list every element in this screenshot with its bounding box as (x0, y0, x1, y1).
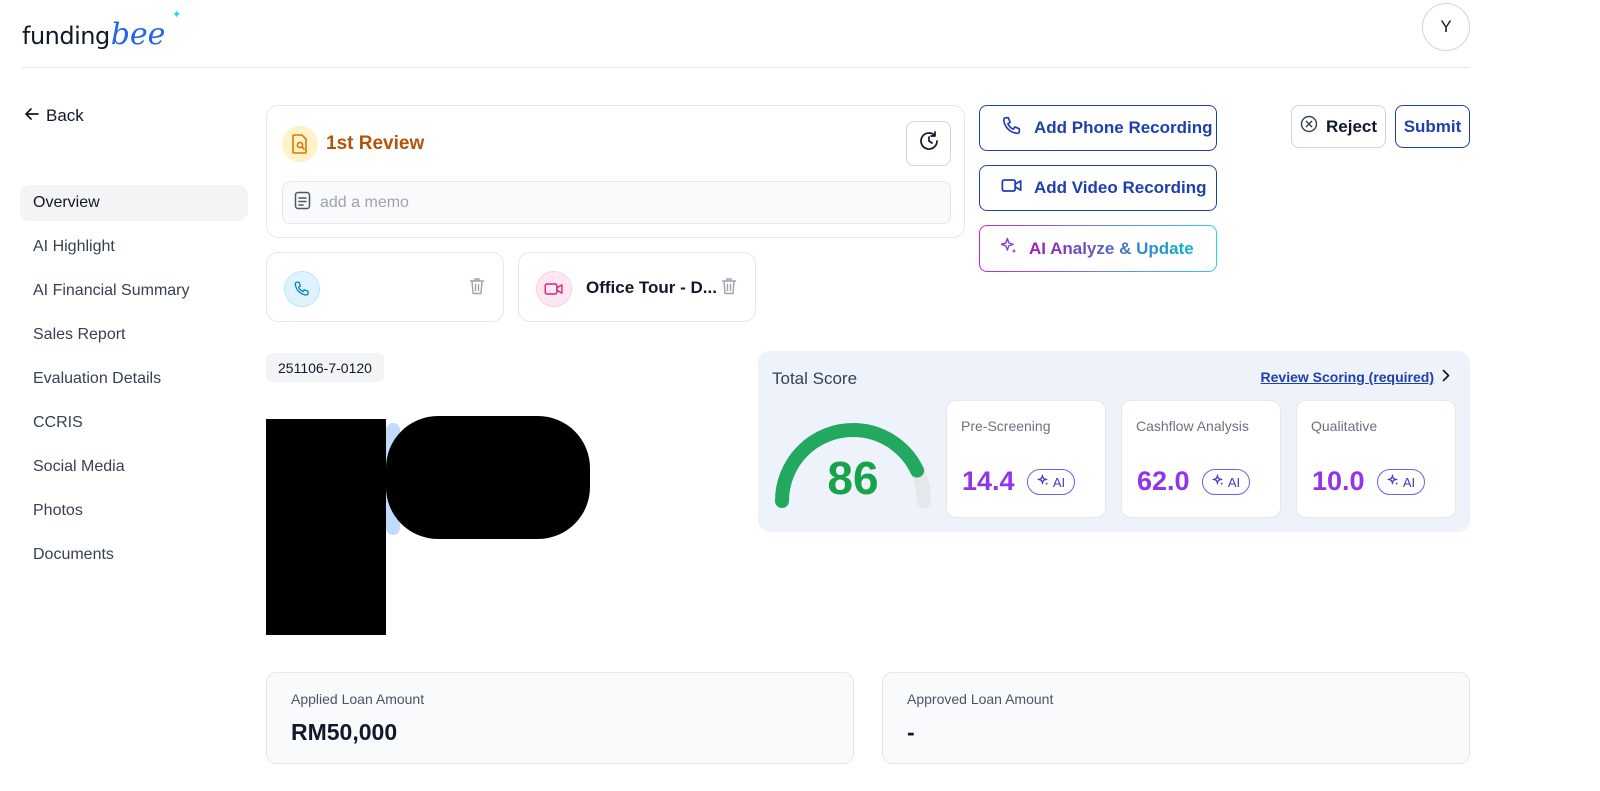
video-icon (536, 271, 572, 307)
memo-field[interactable] (282, 181, 951, 224)
sparkles-icon (1211, 473, 1225, 490)
sidebar-nav: Overview AI Highlight AI Financial Summa… (20, 185, 248, 581)
score-label: Pre-Screening (961, 418, 1051, 434)
ai-analyze-label: AI Analyze & Update (1029, 238, 1194, 258)
add-video-recording-button[interactable]: Add Video Recording (979, 165, 1217, 211)
score-value: 14.4 (962, 466, 1015, 496)
sidebar-item-documents[interactable]: Documents (20, 537, 248, 573)
review-document-icon (282, 126, 318, 162)
sidebar-item-ai-financial-summary[interactable]: AI Financial Summary (20, 273, 248, 309)
logo-script: bee (110, 17, 166, 52)
sparkles-icon (999, 236, 1019, 261)
reject-button[interactable]: Reject (1291, 105, 1386, 148)
history-button[interactable] (906, 121, 951, 166)
logo-word: funding (22, 22, 110, 50)
submit-button[interactable]: Submit (1395, 105, 1470, 148)
sidebar-item-sales-report[interactable]: Sales Report (20, 317, 248, 353)
score-value: 62.0 (1137, 466, 1190, 496)
history-clock-icon (918, 130, 940, 157)
sidebar-item-overview[interactable]: Overview (20, 185, 248, 221)
approved-loan-value: - (907, 719, 915, 745)
add-video-recording-label: Add Video Recording (1034, 178, 1207, 197)
approved-loan-card: Approved Loan Amount - (882, 672, 1470, 764)
video-recording-label: Office Tour - D... (586, 278, 717, 297)
score-value: 10.0 (1312, 466, 1365, 496)
phone-icon (284, 271, 320, 307)
ai-badge-label: AI (1052, 474, 1066, 490)
sidebar-item-ccris[interactable]: CCRIS (20, 405, 248, 441)
ai-badge: AI (1027, 469, 1075, 495)
close-circle-icon (1300, 115, 1318, 138)
phone-icon (1001, 115, 1023, 142)
approved-loan-label: Approved Loan Amount (907, 691, 1054, 707)
reject-label: Reject (1325, 116, 1378, 136)
score-card-pre-screening[interactable]: Pre-Screening 14.4 AI (946, 400, 1106, 518)
total-score-panel: Total Score Review Scoring (required) 86… (758, 351, 1470, 532)
score-label: Qualitative (1311, 418, 1378, 434)
sidebar-item-evaluation-details[interactable]: Evaluation Details (20, 361, 248, 397)
add-phone-recording-label: Add Phone Recording (1034, 118, 1213, 137)
sidebar-item-social-media[interactable]: Social Media (20, 449, 248, 485)
delete-video-recording-icon[interactable] (721, 277, 737, 300)
sidebar-item-photos[interactable]: Photos (20, 493, 248, 529)
review-title: 1st Review (326, 133, 425, 154)
application-reference-badge: 251106-7-0120 (266, 353, 384, 382)
back-link[interactable]: Back (24, 106, 84, 126)
ai-badge-label: AI (1402, 474, 1416, 490)
note-icon (294, 191, 311, 215)
video-recording-tile[interactable]: Office Tour - D... (518, 252, 756, 322)
header-divider (22, 67, 1470, 68)
ai-badge: AI (1202, 469, 1250, 495)
delete-phone-recording-icon[interactable] (469, 277, 485, 300)
redacted-block (386, 416, 590, 539)
back-label: Back (46, 106, 84, 125)
user-avatar[interactable]: Y (1422, 3, 1470, 51)
memo-input[interactable] (320, 193, 920, 212)
arrow-left-icon (24, 106, 39, 126)
review-scoring-label: Review Scoring (required) (1260, 369, 1434, 385)
sparkle-icon: ✦ (172, 9, 182, 21)
ai-badge-label: AI (1227, 474, 1241, 490)
fundingbee-logo[interactable]: funding bee ✦ (22, 4, 181, 52)
video-icon (1001, 177, 1023, 199)
sparkles-icon (1036, 473, 1050, 490)
applied-loan-label: Applied Loan Amount (291, 691, 425, 707)
total-score-title: Total Score (772, 369, 858, 388)
sidebar-item-ai-highlight[interactable]: AI Highlight (20, 229, 248, 265)
chevron-right-icon (1442, 369, 1450, 385)
applied-loan-value: RM50,000 (291, 719, 398, 745)
sparkles-icon (1386, 473, 1400, 490)
applied-loan-card: Applied Loan Amount RM50,000 (266, 672, 854, 764)
review-scoring-link[interactable]: Review Scoring (required) (1261, 369, 1450, 385)
total-score-value: 86 (827, 452, 879, 504)
score-label: Cashflow Analysis (1136, 418, 1249, 434)
review-card: 1st Review (266, 105, 965, 238)
ai-analyze-update-button[interactable]: AI Analyze & Update (979, 225, 1217, 272)
score-card-qualitative[interactable]: Qualitative 10.0 AI (1296, 400, 1456, 518)
add-phone-recording-button[interactable]: Add Phone Recording (979, 105, 1217, 151)
score-card-cashflow-analysis[interactable]: Cashflow Analysis 62.0 AI (1121, 400, 1281, 518)
phone-recording-tile[interactable] (266, 252, 504, 322)
redacted-block (266, 419, 386, 635)
ai-badge: AI (1377, 469, 1425, 495)
